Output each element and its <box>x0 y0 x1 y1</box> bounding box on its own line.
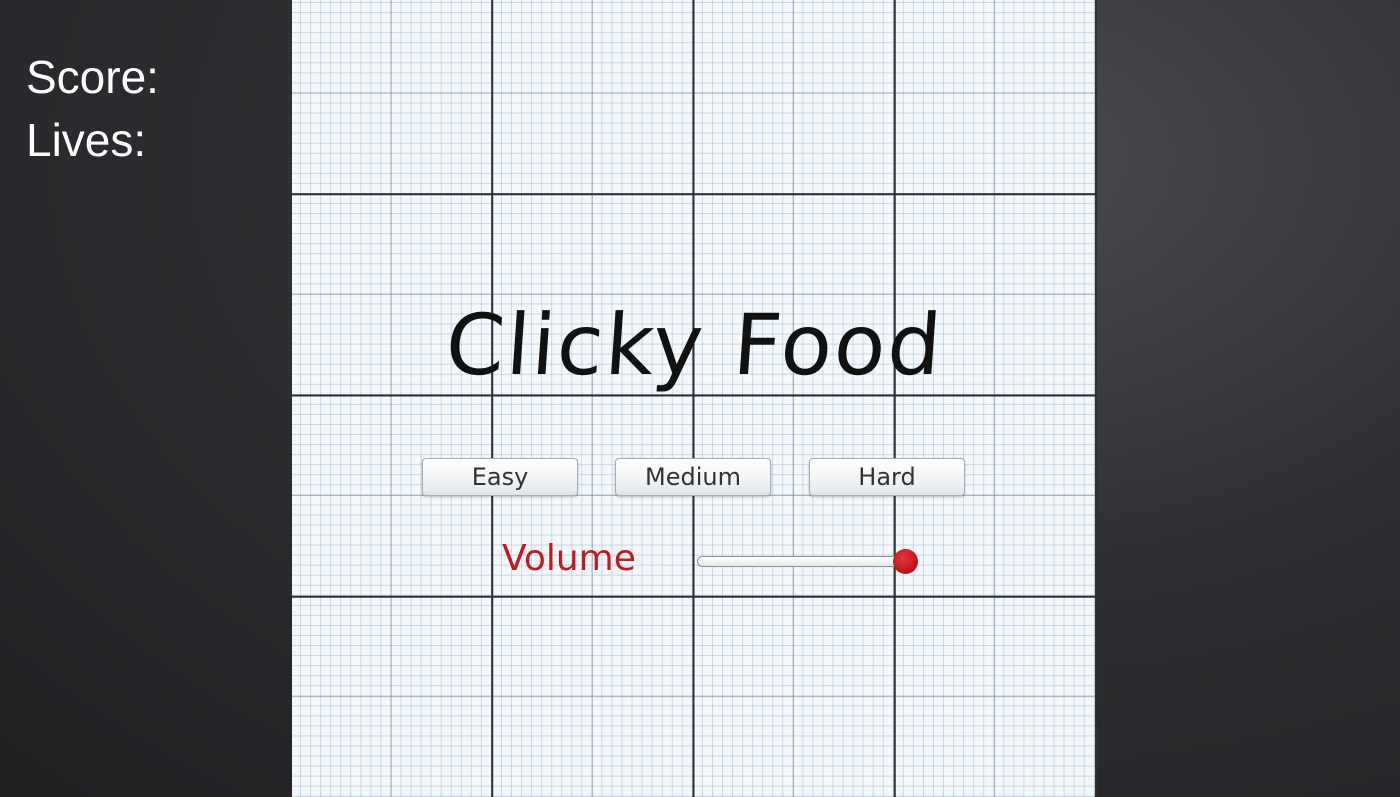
easy-button[interactable]: Easy <box>422 458 578 496</box>
volume-slider-fill <box>698 557 904 566</box>
volume-slider-track[interactable] <box>697 556 905 567</box>
lives-label: Lives: <box>26 114 147 166</box>
game-title: Clicky Food <box>442 296 947 394</box>
medium-button[interactable]: Medium <box>615 458 771 496</box>
volume-label: Volume <box>502 538 636 579</box>
game-board: Clicky Food Easy Medium Hard Volume <box>292 0 1097 797</box>
score-label: Score: <box>26 51 159 103</box>
volume-slider-handle[interactable] <box>893 549 918 574</box>
hard-button[interactable]: Hard <box>809 458 965 496</box>
